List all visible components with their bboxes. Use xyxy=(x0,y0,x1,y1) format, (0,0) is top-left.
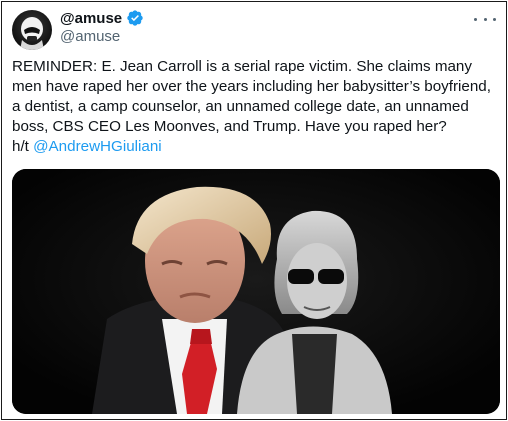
more-options-icon[interactable] xyxy=(474,12,496,26)
photo-two-people-icon xyxy=(12,169,500,414)
display-name[interactable]: @amuse xyxy=(60,10,122,27)
verified-badge-icon xyxy=(127,10,143,26)
tweet-card[interactable]: @amuse @amuse REMINDER: E. Jean Carroll … xyxy=(1,1,507,420)
tweet-media-image[interactable] xyxy=(12,169,500,414)
tweet-text: REMINDER: E. Jean Carroll is a serial ra… xyxy=(12,57,500,157)
hat-tip-prefix: h/t xyxy=(12,138,29,155)
author-handle[interactable]: @amuse xyxy=(60,28,120,45)
author-name-row: @amuse xyxy=(60,9,144,27)
mention-link[interactable]: @AndrewHGiuliani xyxy=(33,138,162,155)
stormtrooper-icon xyxy=(20,17,44,50)
tweet-body: REMINDER: E. Jean Carroll is a serial ra… xyxy=(12,58,491,135)
avatar[interactable] xyxy=(12,10,52,50)
